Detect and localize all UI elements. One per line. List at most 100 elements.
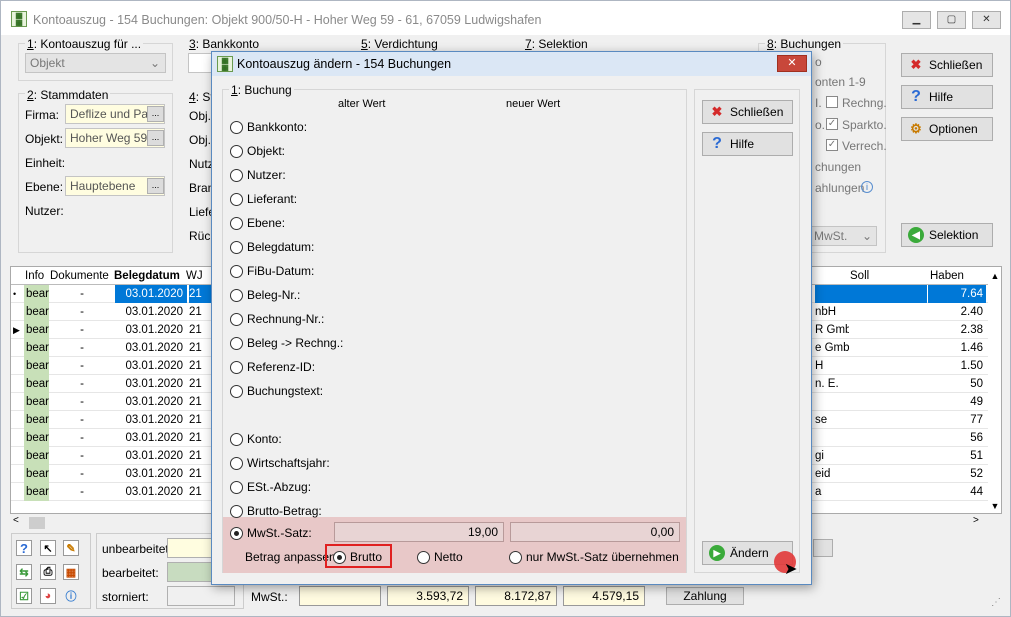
radio-button[interactable] [230, 216, 243, 230]
field-radio[interactable]: FiBu-Datum: [230, 263, 314, 279]
scrollbar-thumb[interactable] [29, 517, 45, 529]
radio-button[interactable] [230, 192, 243, 206]
bankkonto-field[interactable] [188, 53, 213, 73]
field-radio[interactable]: Brutto-Betrag: [230, 503, 322, 519]
row-indicator-icon [13, 393, 23, 411]
field-radio[interactable]: Beleg-Nr.: [230, 287, 300, 303]
column-header-dokumente[interactable]: Dokumente [50, 267, 109, 285]
radio-button[interactable] [230, 384, 243, 398]
maximize-button[interactable]: ▢ [937, 11, 966, 29]
grid-icon[interactable]: ▦ [63, 564, 79, 580]
column-header-soll[interactable]: Soll [850, 267, 869, 285]
radio-button[interactable] [230, 480, 243, 494]
print-icon[interactable]: ⎙ [40, 564, 56, 580]
radio-nur-mwst[interactable]: nur MwSt.-Satz übernehmen [509, 549, 679, 565]
refresh-icon[interactable]: ⇆ [16, 564, 32, 580]
help-icon[interactable]: ? [16, 540, 32, 556]
radio-button[interactable] [230, 360, 243, 374]
field-radio[interactable]: Objekt: [230, 143, 285, 159]
field-radio[interactable]: ESt.-Abzug: [230, 479, 311, 495]
selektion-button[interactable]: ◀ Selektion [901, 223, 993, 247]
pie-icon[interactable]: ◕ [40, 588, 56, 604]
radio-button[interactable] [230, 168, 243, 182]
radio-button[interactable] [230, 432, 243, 446]
column-header-haben[interactable]: Haben [930, 267, 964, 285]
scroll-left-icon[interactable]: < [13, 515, 19, 526]
optionen-button[interactable]: ⚙ Optionen [901, 117, 993, 141]
radio-button[interactable] [417, 550, 430, 564]
checkbox-icon[interactable]: ☑ [16, 588, 32, 604]
radio-netto[interactable]: Netto [417, 549, 463, 565]
mwst-select[interactable]: MwSt. ⌄ [809, 226, 877, 246]
cell-soll [849, 411, 927, 429]
scroll-down-button[interactable]: ▼ [989, 498, 1001, 514]
radio-button[interactable] [230, 456, 243, 470]
pointer-icon[interactable]: ↖ [40, 540, 56, 556]
rechng-checkbox[interactable] [826, 96, 838, 108]
cell-name: e Gmbh [815, 342, 849, 354]
verrech-checkbox[interactable]: ✓ [826, 139, 838, 151]
field-radio[interactable]: Bankkonto: [230, 119, 307, 135]
radio-button[interactable] [333, 550, 346, 564]
info-icon[interactable]: ⓘ [63, 588, 79, 604]
resize-grip-icon[interactable]: ⋰ [991, 597, 1001, 608]
close-button[interactable]: ✕ [972, 11, 1001, 29]
field-radio[interactable]: Beleg -> Rechng.: [230, 335, 343, 351]
radio-button[interactable] [230, 312, 243, 326]
scroll-up-button[interactable]: ▲ [989, 267, 1001, 285]
buchungen-text: I. [815, 96, 822, 110]
ebene-browse-button[interactable]: ... [147, 178, 164, 194]
radio-button[interactable] [230, 288, 243, 302]
scroll-right-icon[interactable]: > [973, 515, 979, 526]
dialog-hilfe-button[interactable]: ? Hilfe [702, 132, 793, 156]
firma-browse-button[interactable]: ... [147, 106, 164, 122]
radio-button[interactable] [230, 144, 243, 158]
radio-button[interactable] [230, 336, 243, 350]
objekt-browse-button[interactable]: ... [147, 130, 164, 146]
column-header-info[interactable]: Info [25, 267, 44, 285]
sparkto-checkbox[interactable]: ✓ [826, 118, 838, 130]
partial-button[interactable] [813, 539, 833, 557]
unbearbeitet-label: unbearbeitet: [102, 542, 173, 556]
row-indicator-icon [13, 375, 23, 393]
cell-belegdatum: 03.01.2020 [125, 306, 183, 318]
radio-button[interactable] [230, 264, 243, 278]
field-radio[interactable]: Belegdatum: [230, 239, 314, 255]
title-bar: ▦ ▦ Kontoauszug - 154 Buchungen: Objekt 9… [1, 1, 1010, 35]
column-header-belegdatum[interactable]: Belegdatum [114, 267, 180, 285]
minimize-button[interactable]: ▁ [902, 11, 931, 29]
radio-button[interactable] [230, 526, 243, 540]
field-radio[interactable]: Wirtschaftsjahr: [230, 455, 330, 471]
cell-haben: 44 [970, 486, 983, 498]
schliessen-button[interactable]: ✖ Schließen [901, 53, 993, 77]
radio-brutto[interactable]: Brutto [333, 549, 382, 565]
field-radio[interactable]: Rechnung-Nr.: [230, 311, 324, 327]
cell-name [815, 393, 849, 411]
field-radio[interactable]: Ebene: [230, 215, 285, 231]
dialog-schliessen-button[interactable]: ✖ Schließen [702, 100, 793, 124]
cell-belegdatum: 03.01.2020 [125, 450, 183, 462]
column-header-wj[interactable]: WJ [186, 267, 203, 285]
row-indicator-icon [13, 429, 23, 447]
group-label-bankkonto: 3: Bankkonto [189, 37, 260, 51]
radio-button[interactable] [230, 504, 243, 518]
cell-haben: 52 [970, 468, 983, 480]
pencil-icon[interactable]: ✎ [63, 540, 79, 556]
radio-button[interactable] [230, 240, 243, 254]
dialog-close-button[interactable]: ✕ [777, 55, 807, 72]
radio-button[interactable] [230, 120, 243, 134]
zahlung-button[interactable]: Zahlung [666, 587, 744, 605]
field-radio[interactable]: Lieferant: [230, 191, 297, 207]
kontoauszug-fuer-select[interactable]: Objekt ⌄ [25, 53, 166, 73]
total-2-field: 8.172,87 [475, 586, 557, 606]
hilfe-button[interactable]: ? Hilfe [901, 85, 993, 109]
field-radio[interactable]: Konto: [230, 431, 282, 447]
mwst-neu-value[interactable]: 0,00 [510, 522, 680, 542]
radio-label: nur MwSt.-Satz übernehmen [526, 550, 679, 564]
info-icon[interactable]: i [861, 181, 873, 193]
radio-mwst-satz[interactable]: MwSt.-Satz: [230, 525, 312, 541]
radio-button[interactable] [509, 550, 522, 564]
field-radio[interactable]: Referenz-ID: [230, 359, 315, 375]
field-radio[interactable]: Buchungstext: [230, 383, 323, 399]
field-radio[interactable]: Nutzer: [230, 167, 286, 183]
